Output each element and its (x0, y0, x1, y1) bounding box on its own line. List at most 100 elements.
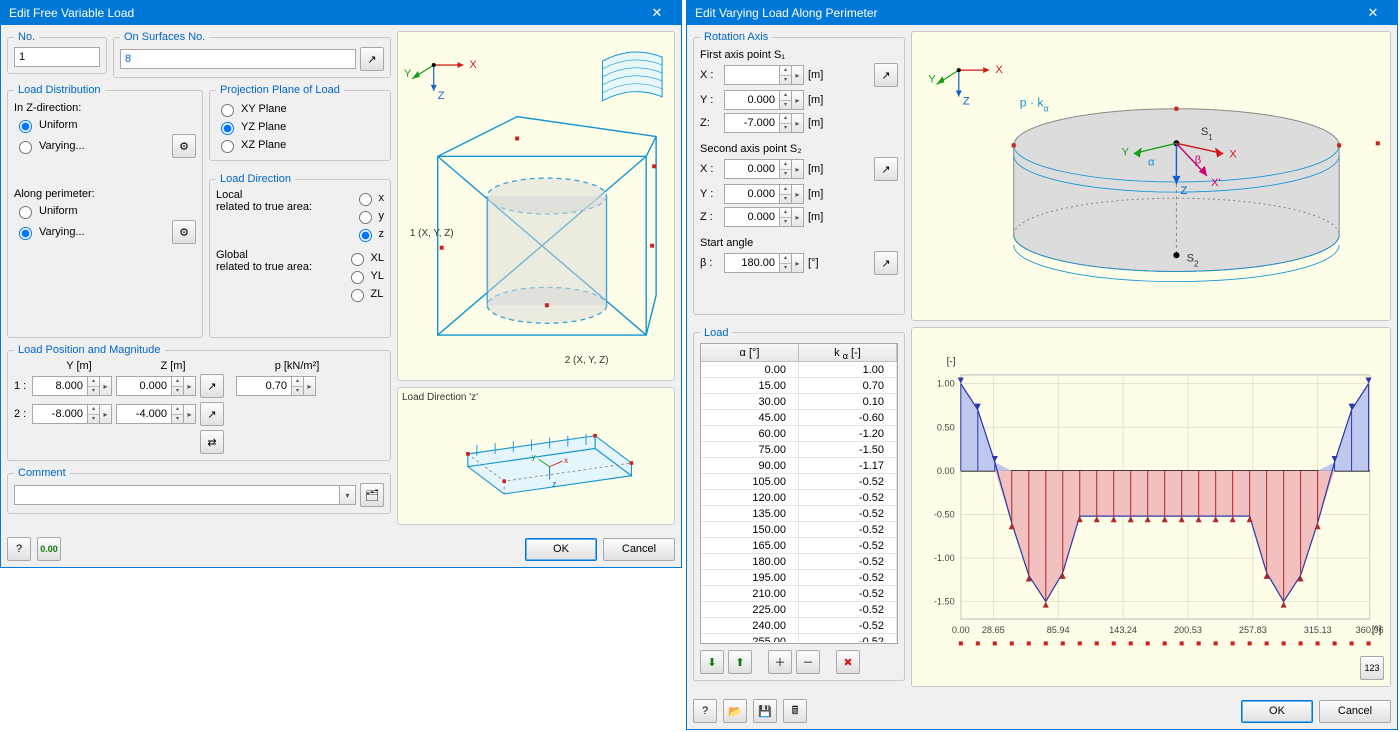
table-row[interactable]: 15.000.70 (701, 378, 897, 394)
ok-button[interactable]: OK (1241, 700, 1313, 723)
step-icon[interactable]: ▸ (304, 376, 316, 396)
table-row[interactable]: 30.000.10 (701, 394, 897, 410)
calc-icon[interactable]: 🖩 (783, 699, 807, 723)
radio-local-x[interactable]: x (354, 189, 385, 207)
s2z-input[interactable] (724, 207, 780, 227)
spinner-icon[interactable]: ▴▾ (780, 253, 792, 273)
spinner-icon[interactable]: ▴▾ (780, 207, 792, 227)
step-icon[interactable]: ▸ (184, 404, 196, 424)
step-icon[interactable]: ▸ (792, 159, 804, 179)
radio-z-varying[interactable]: Varying... (14, 137, 85, 155)
step-icon[interactable]: ▸ (100, 376, 112, 396)
table-row[interactable]: 135.00-0.52 (701, 506, 897, 522)
cancel-button[interactable]: Cancel (1319, 700, 1391, 723)
pick-point2-icon[interactable]: ↗ (200, 402, 224, 426)
step-icon[interactable]: ▸ (100, 404, 112, 424)
save-icon[interactable]: 💾 (753, 699, 777, 723)
pick-beta-icon[interactable]: ↗ (874, 251, 898, 275)
perim-varying-settings-icon[interactable]: ⚙ (172, 220, 196, 244)
table-row[interactable]: 180.00-0.52 (701, 554, 897, 570)
s1z-input[interactable] (724, 113, 780, 133)
radio-global-zl[interactable]: ZL (346, 285, 384, 303)
table-row[interactable]: 45.00-0.60 (701, 410, 897, 426)
spinner-icon[interactable]: ▴▾ (780, 159, 792, 179)
spinner-icon[interactable]: ▴▾ (172, 376, 184, 396)
radio-local-z[interactable]: z (354, 225, 385, 243)
spinner-icon[interactable]: ▴▾ (88, 376, 100, 396)
comment-library-icon[interactable]: 🗂 (360, 483, 384, 507)
table-row[interactable]: 0.001.00 (701, 362, 897, 378)
z2-input[interactable] (116, 404, 172, 424)
titlebar[interactable]: Edit Free Variable Load ✕ (1, 1, 681, 25)
step-icon[interactable]: ▸ (792, 90, 804, 110)
radio-global-xl[interactable]: XL (346, 249, 384, 267)
step-icon[interactable]: ▸ (184, 376, 196, 396)
table-row[interactable]: 165.00-0.52 (701, 538, 897, 554)
pick-s1-icon[interactable]: ↗ (874, 63, 898, 87)
radio-yz[interactable]: YZ Plane (216, 118, 384, 136)
help-icon[interactable]: ? (693, 699, 717, 723)
titlebar[interactable]: Edit Varying Load Along Perimeter ✕ (687, 1, 1397, 25)
table-row[interactable]: 150.00-0.52 (701, 522, 897, 538)
table-row[interactable]: 60.00-1.20 (701, 426, 897, 442)
no-input[interactable] (14, 47, 100, 67)
radio-local-y[interactable]: y (354, 207, 385, 225)
insert-row-icon[interactable]: ＋ (768, 650, 792, 674)
step-icon[interactable]: ▸ (792, 207, 804, 227)
table-row[interactable]: 210.00-0.52 (701, 586, 897, 602)
clear-table-icon[interactable]: ✖ (836, 650, 860, 674)
radio-xy[interactable]: XY Plane (216, 100, 384, 118)
comment-combo[interactable]: ▾ (14, 485, 356, 505)
spinner-icon[interactable]: ▴▾ (780, 90, 792, 110)
radio-z-uniform[interactable]: Uniform (14, 116, 78, 134)
z-varying-settings-icon[interactable]: ⚙ (172, 134, 196, 158)
delete-row-icon[interactable]: － (796, 650, 820, 674)
table-row[interactable]: 90.00-1.17 (701, 458, 897, 474)
step-icon[interactable]: ▸ (792, 113, 804, 133)
step-icon[interactable]: ▸ (792, 253, 804, 273)
ok-button[interactable]: OK (525, 538, 597, 561)
cancel-button[interactable]: Cancel (603, 538, 675, 561)
spinner-icon[interactable]: ▴▾ (292, 376, 304, 396)
table-row[interactable]: 105.00-0.52 (701, 474, 897, 490)
spinner-icon[interactable]: ▴▾ (780, 65, 792, 85)
radio-perim-uniform[interactable]: Uniform (14, 202, 196, 220)
table-row[interactable]: 75.00-1.50 (701, 442, 897, 458)
spinner-icon[interactable]: ▴▾ (780, 113, 792, 133)
open-icon[interactable]: 📂 (723, 699, 747, 723)
s1x-input[interactable] (724, 65, 780, 85)
s1y-input[interactable] (724, 90, 780, 110)
spinner-icon[interactable]: ▴▾ (780, 184, 792, 204)
spinner-icon[interactable]: ▴▾ (172, 404, 184, 424)
z1-input[interactable] (116, 376, 172, 396)
beta-input[interactable] (724, 253, 780, 273)
on-surfaces-input[interactable] (120, 49, 356, 69)
p1-input[interactable] (236, 376, 292, 396)
pick-surfaces-icon[interactable]: ↗ (360, 47, 384, 71)
y1-input[interactable] (32, 376, 88, 396)
s2y-input[interactable] (724, 184, 780, 204)
pick-s2-icon[interactable]: ↗ (874, 157, 898, 181)
help-icon[interactable]: ? (7, 537, 31, 561)
y2-input[interactable] (32, 404, 88, 424)
table-row[interactable]: 225.00-0.52 (701, 602, 897, 618)
table-row[interactable]: 240.00-0.52 (701, 618, 897, 634)
step-icon[interactable]: ▸ (792, 65, 804, 85)
radio-global-yl[interactable]: YL (346, 267, 384, 285)
table-row[interactable]: 255.00-0.52 (701, 634, 897, 642)
table-row[interactable]: 120.00-0.52 (701, 490, 897, 506)
pick-point1-icon[interactable]: ↗ (200, 374, 224, 398)
radio-xz[interactable]: XZ Plane (216, 136, 384, 154)
spinner-icon[interactable]: ▴▾ (88, 404, 100, 424)
swap-points-icon[interactable]: ⇄ (200, 430, 224, 454)
s2x-input[interactable] (724, 159, 780, 179)
radio-perim-varying[interactable]: Varying... (14, 223, 85, 241)
step-icon[interactable]: ▸ (792, 184, 804, 204)
units-icon[interactable]: 0.00 (37, 537, 61, 561)
close-icon[interactable]: ✕ (1357, 5, 1389, 21)
close-icon[interactable]: ✕ (641, 5, 673, 21)
chevron-down-icon[interactable]: ▾ (340, 485, 356, 505)
chart-numeric-icon[interactable]: 123 (1360, 656, 1384, 680)
comment-input[interactable] (14, 485, 340, 505)
excel-export-icon[interactable]: ⬇ (700, 650, 724, 674)
